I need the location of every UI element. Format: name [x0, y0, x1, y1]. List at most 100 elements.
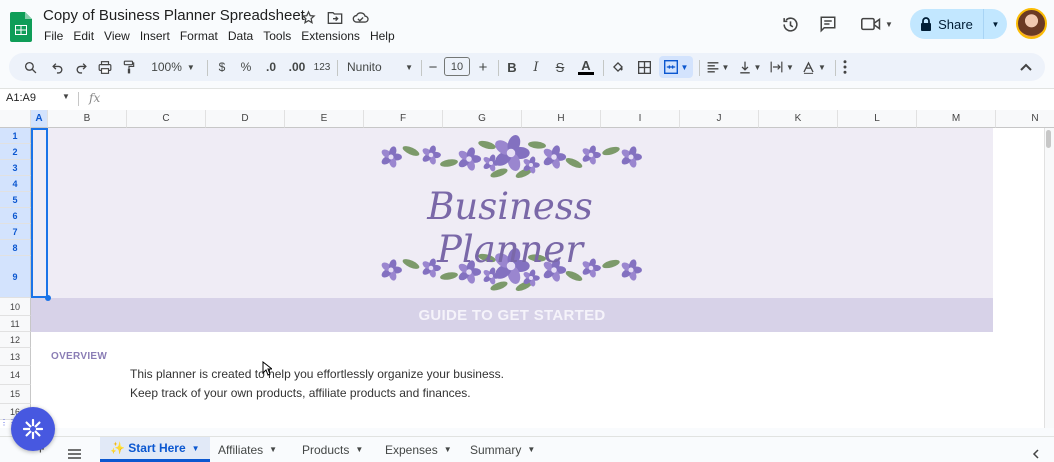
font-size-input[interactable]: 10 — [444, 57, 470, 76]
column-header-h[interactable]: H — [522, 110, 601, 128]
sheet-tab-products[interactable]: Products ▼ — [292, 437, 373, 462]
column-header-e[interactable]: E — [285, 110, 364, 128]
column-header-k[interactable]: K — [759, 110, 838, 128]
row-header-11[interactable]: 11 — [0, 316, 31, 332]
chevron-down-icon[interactable]: ▼ — [269, 445, 277, 454]
italic-button[interactable]: I — [527, 53, 545, 81]
row-header-1[interactable]: 1 — [0, 128, 31, 144]
text-wrapping-icon[interactable]: ▼ — [767, 53, 797, 81]
font-family-select[interactable]: Nunito ▼ — [347, 53, 413, 81]
more-formats-button[interactable]: 123 — [312, 53, 332, 81]
menu-view[interactable]: View — [99, 29, 135, 43]
menu-tools[interactable]: Tools — [258, 29, 296, 43]
column-header-j[interactable]: J — [680, 110, 759, 128]
selection-fill-handle[interactable] — [45, 295, 51, 301]
sheets-logo-icon[interactable] — [10, 12, 32, 42]
bold-button[interactable]: B — [503, 53, 521, 81]
overview-label[interactable]: OVERVIEW — [51, 351, 107, 362]
menu-edit[interactable]: Edit — [68, 29, 99, 43]
chevron-down-icon[interactable]: ▼ — [355, 445, 363, 454]
column-header-g[interactable]: G — [443, 110, 522, 128]
name-box[interactable]: A1:A9 — [6, 92, 36, 104]
column-header-c[interactable]: C — [127, 110, 206, 128]
currency-format-button[interactable]: $ — [213, 53, 231, 81]
increase-font-size-button[interactable]: + — [475, 53, 491, 81]
meet-call-button[interactable]: ▼ — [858, 10, 896, 38]
row-header-4[interactable]: 4 — [0, 176, 31, 192]
all-sheets-icon[interactable] — [68, 446, 81, 462]
sheet-tab-summary[interactable]: Summary ▼ — [460, 437, 545, 462]
row-header-3[interactable]: 3 — [0, 160, 31, 176]
description-line-2[interactable]: Keep track of your own products, affilia… — [130, 386, 471, 400]
search-icon[interactable] — [21, 53, 39, 81]
column-header-d[interactable]: D — [206, 110, 285, 128]
decrease-decimal-button[interactable]: .0 — [261, 53, 281, 81]
menu-insert[interactable]: Insert — [135, 29, 175, 43]
column-header-i[interactable]: I — [601, 110, 680, 128]
row-header-5[interactable]: 5 — [0, 192, 31, 208]
row-header-8[interactable]: 8 — [0, 240, 31, 256]
column-header-f[interactable]: F — [364, 110, 443, 128]
move-folder-icon[interactable] — [326, 9, 343, 26]
menu-format[interactable]: Format — [175, 29, 223, 43]
sheet-tab-affiliates[interactable]: Affiliates ▼ — [208, 437, 287, 462]
chevron-down-icon[interactable]: ▼ — [527, 445, 535, 454]
chevron-down-icon[interactable]: ▼ — [62, 92, 70, 101]
row-header-9[interactable]: 9 — [0, 256, 31, 298]
scroll-right-icon[interactable]: ▶ — [1038, 427, 1044, 428]
guide-heading[interactable]: GUIDE TO GET STARTED — [31, 298, 993, 332]
assistant-fab-button[interactable] — [11, 407, 55, 451]
merge-cells-button[interactable]: ▼ — [659, 56, 693, 78]
description-line-1[interactable]: This planner is created to help you effo… — [130, 367, 504, 381]
chevron-down-icon[interactable]: ▼ — [444, 445, 452, 454]
paint-format-icon[interactable] — [120, 53, 138, 81]
star-icon[interactable] — [300, 9, 317, 26]
scroll-left-icon[interactable]: ◀ — [1026, 427, 1032, 428]
column-header-n[interactable]: N — [996, 110, 1054, 128]
drag-handle-icon[interactable]: ⋮⋮ — [0, 419, 16, 436]
select-all-corner[interactable] — [0, 110, 31, 128]
horizontal-align-icon[interactable]: ▼ — [703, 53, 733, 81]
formula-input[interactable] — [110, 91, 1040, 107]
strikethrough-button[interactable]: S — [551, 53, 569, 81]
increase-decimal-button[interactable]: .00 — [286, 53, 308, 81]
fill-color-icon[interactable] — [609, 53, 627, 81]
menu-data[interactable]: Data — [223, 29, 258, 43]
row-header-6[interactable]: 6 — [0, 208, 31, 224]
column-header-l[interactable]: L — [838, 110, 917, 128]
decrease-font-size-button[interactable]: − — [425, 53, 441, 81]
chevron-down-icon[interactable]: ▼ — [192, 444, 200, 453]
menu-help[interactable]: Help — [365, 29, 400, 43]
menu-file[interactable]: File — [44, 29, 68, 43]
borders-icon[interactable] — [635, 53, 653, 81]
text-color-button[interactable]: A — [576, 53, 596, 81]
document-title[interactable]: Copy of Business Planner Spreadsheet — [43, 7, 305, 24]
redo-icon[interactable] — [72, 53, 90, 81]
scroll-tabs-left-icon[interactable] — [1032, 446, 1040, 462]
undo-icon[interactable] — [48, 53, 66, 81]
row-header-14[interactable]: 14 — [0, 366, 31, 385]
sheet-tab-starthere[interactable]: ✨ Start Here ▼ — [100, 437, 210, 462]
row-header-13[interactable]: 13 — [0, 348, 31, 366]
row-header-15[interactable]: 15 — [0, 385, 31, 404]
percent-format-button[interactable]: % — [237, 53, 255, 81]
cloud-saved-icon[interactable] — [352, 9, 369, 26]
more-options-icon[interactable] — [837, 53, 853, 81]
row-header-7[interactable]: 7 — [0, 224, 31, 240]
print-icon[interactable] — [96, 53, 114, 81]
spreadsheet-grid[interactable]: ABCDEFGHIJKLMN 1 2 3 4 5 6 7 8 9 10 11 12 13 14 15 16 B… — [0, 110, 1054, 428]
column-header-a[interactable]: A — [31, 110, 48, 128]
sheet-tab-expenses[interactable]: Expenses ▼ — [375, 437, 462, 462]
share-options-dropdown[interactable]: ▼ — [984, 20, 1007, 29]
row-header-2[interactable]: 2 — [0, 144, 31, 160]
row-header-10[interactable]: 10 — [0, 298, 31, 316]
avatar[interactable] — [1016, 8, 1047, 39]
comments-icon[interactable] — [816, 10, 840, 38]
text-rotation-icon[interactable]: ▼ — [799, 53, 829, 81]
vertical-scroll-thumb[interactable] — [1046, 130, 1051, 148]
zoom-select[interactable]: 100% ▼ — [148, 53, 198, 81]
vertical-align-icon[interactable]: ▼ — [735, 53, 765, 81]
column-header-m[interactable]: M — [917, 110, 996, 128]
row-header-12[interactable]: 12 — [0, 332, 31, 348]
version-history-icon[interactable] — [778, 10, 802, 38]
